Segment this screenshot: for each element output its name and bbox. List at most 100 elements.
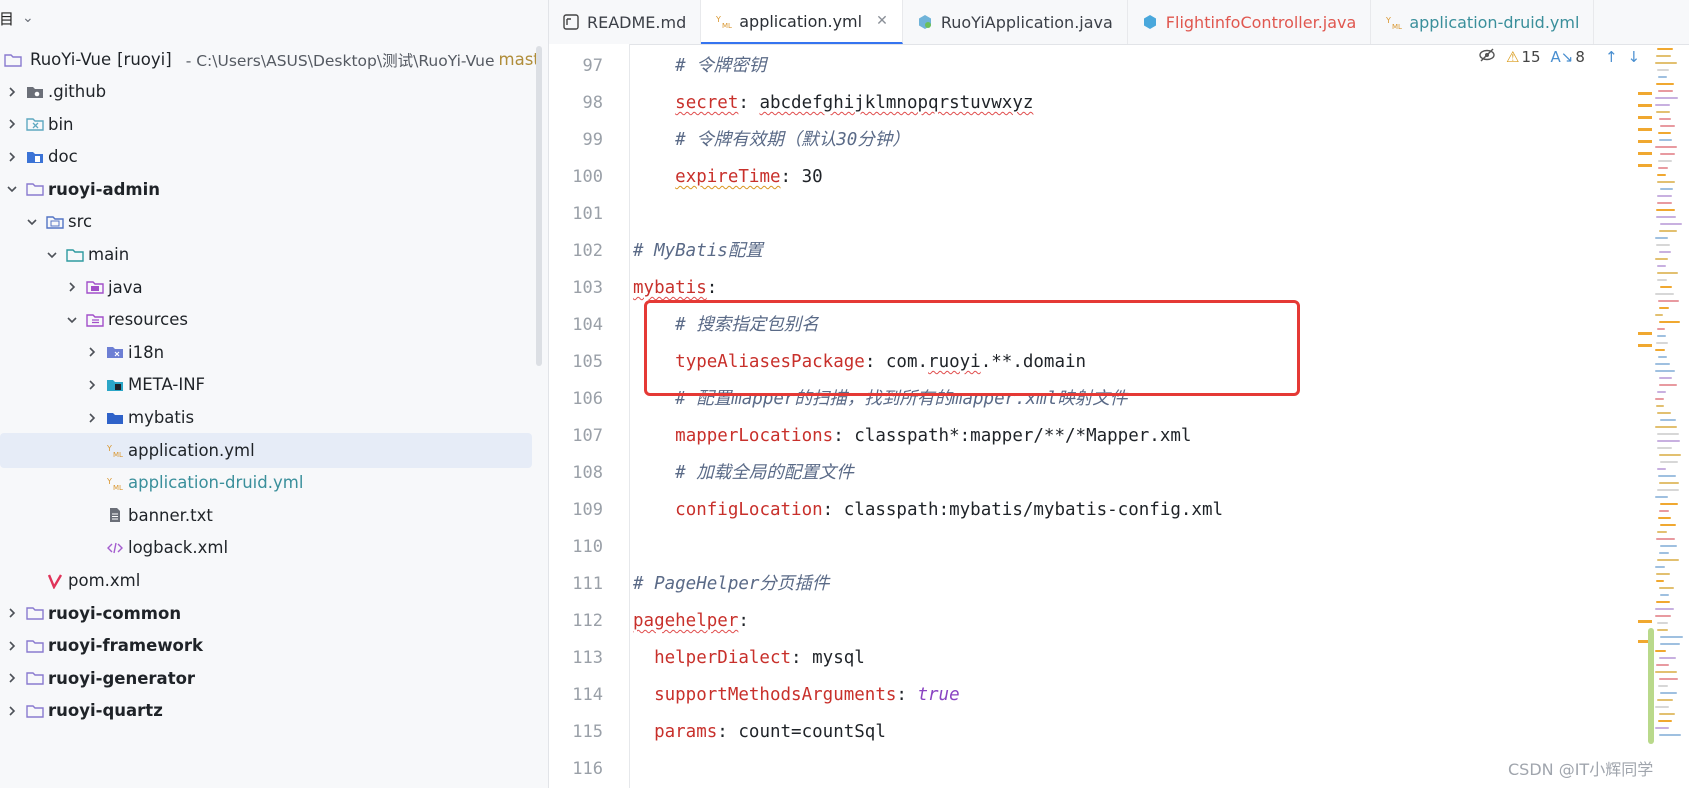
chevron-right-icon[interactable]	[84, 377, 100, 393]
tree-item-ruoyi-quartz[interactable]: ruoyi-quartz	[0, 693, 532, 728]
chevron-right-icon[interactable]	[4, 149, 20, 165]
code-line[interactable]: params: count=countSql	[633, 714, 886, 751]
project-panel-scrollbar[interactable]	[536, 46, 542, 366]
error-stripe-mark	[1660, 223, 1682, 225]
tree-item-banner-txt[interactable]: banner.txt	[0, 498, 532, 533]
line-number-gutter: 97 98 99 100 101 102 103 104 105 106 107 108 109 110 1…	[549, 44, 629, 788]
warning-stripe-mark[interactable]	[1638, 116, 1652, 119]
tab-readme-md[interactable]: README.md	[549, 0, 702, 44]
tree-item-bin[interactable]: bin	[0, 107, 532, 142]
tree-item-main[interactable]: main	[0, 237, 532, 272]
tree-item-meta-inf[interactable]: META-INF	[0, 367, 532, 402]
inspection-widget[interactable]: ⚠ 15 A↘ 8 ↑ ↓	[1478, 48, 1640, 66]
error-stripe-mark	[1659, 678, 1678, 680]
project-panel-header[interactable]: 项目 ⌄	[0, 0, 34, 36]
chevron-down-icon[interactable]: ⌄	[22, 10, 34, 26]
arrow-up-icon[interactable]: ↑	[1605, 48, 1618, 66]
tree-item-src[interactable]: src	[0, 204, 532, 239]
chevron-right-icon[interactable]	[84, 410, 100, 426]
tree-item-application-yml[interactable]: Y ML application.yml	[0, 432, 532, 468]
error-stripe-mark	[1660, 524, 1676, 526]
warning-stripe-mark[interactable]	[1638, 104, 1652, 107]
code-line[interactable]: secret: abcdefghijklmnopqrstuvwxyz	[633, 85, 1033, 122]
tree-item-mybatis[interactable]: mybatis	[0, 400, 532, 435]
code-line[interactable]: mapperLocations: classpath*:mapper/**/*M…	[633, 418, 1191, 455]
error-stripe-mark	[1657, 272, 1678, 274]
warning-stripe-mark[interactable]	[1638, 128, 1652, 131]
code-line[interactable]: # 令牌有效期（默认30分钟）	[633, 122, 910, 159]
folder-excluded-icon	[26, 116, 44, 132]
code-line[interactable]: expireTime: 30	[633, 159, 823, 196]
project-root[interactable]: RuoYi-Vue [ruoyi] - C:\Users\ASUS\Deskto…	[4, 42, 540, 77]
tree-item-pom-xml[interactable]: pom.xml	[0, 563, 532, 598]
code-line[interactable]: # PageHelper分页插件	[633, 566, 829, 603]
error-stripe-mark	[1660, 636, 1683, 638]
chevron-right-icon[interactable]	[4, 670, 20, 686]
tree-item-i18n[interactable]: i18n	[0, 335, 532, 370]
warning-stripe-mark[interactable]	[1638, 152, 1652, 155]
weak-warning-count[interactable]: 8	[1575, 48, 1585, 66]
svg-text:ML: ML	[1392, 23, 1402, 30]
tab-application-druid-yml[interactable]: Y ML application-druid.yml	[1371, 0, 1595, 44]
warning-stripe-mark[interactable]	[1638, 140, 1652, 143]
chevron-right-icon[interactable]	[4, 703, 20, 719]
error-stripe-mark	[1655, 104, 1670, 106]
tree-item-application-druid-yml[interactable]: Y ML application-druid.yml	[0, 465, 532, 500]
code-line[interactable]: configLocation: classpath:mybatis/mybati…	[633, 492, 1223, 529]
error-stripe-mark	[1657, 391, 1666, 393]
chevron-right-icon[interactable]	[4, 605, 20, 621]
eye-off-icon[interactable]	[1478, 48, 1496, 66]
code-line[interactable]: helperDialect: mysql	[633, 640, 865, 677]
tree-item-ruoyi-admin[interactable]: ruoyi-admin	[0, 172, 532, 207]
tree-item-ruoyi-common[interactable]: ruoyi-common	[0, 596, 532, 631]
editor-area: README.md Y ML application.yml ✕ RuoYiApplica…	[549, 0, 1689, 788]
tree-item-logback-xml[interactable]: logback.xml	[0, 530, 532, 565]
tree-item-label: ruoyi-admin	[48, 179, 161, 199]
warning-stripe-mark[interactable]	[1638, 92, 1652, 95]
code-line[interactable]: # 令牌密钥	[633, 48, 766, 85]
tab-ruoyiapplication-java[interactable]: RuoYiApplication.java	[903, 0, 1128, 44]
editor-tabs: README.md Y ML application.yml ✕ RuoYiApplica…	[549, 0, 1689, 45]
line-number: 112	[572, 611, 603, 631]
warning-stripe-mark[interactable]	[1638, 620, 1652, 623]
warning-stripe-mark[interactable]	[1638, 344, 1652, 347]
tree-item-doc[interactable]: doc	[0, 139, 532, 174]
error-stripe-mark	[1656, 580, 1664, 582]
error-stripe-mark	[1660, 692, 1677, 694]
code-line[interactable]: # 加载全局的配置文件	[633, 455, 854, 492]
editor-scrollbar[interactable]	[1648, 628, 1654, 744]
code-line[interactable]: # MyBatis配置	[633, 233, 763, 270]
close-icon[interactable]: ✕	[876, 13, 888, 29]
chevron-right-icon[interactable]	[64, 279, 80, 295]
chevron-right-icon[interactable]	[4, 116, 20, 132]
code-line[interactable]: supportMethodsArguments: true	[633, 677, 960, 714]
error-stripe-mark	[1659, 139, 1672, 141]
warning-stripe-mark[interactable]	[1638, 332, 1652, 335]
chevron-down-icon[interactable]	[44, 247, 60, 263]
chevron-right-icon[interactable]	[4, 84, 20, 100]
tab-flightinfocontroller-java[interactable]: FlightinfoController.java	[1128, 0, 1372, 44]
arrow-down-icon[interactable]: ↓	[1628, 48, 1641, 66]
chevron-down-icon[interactable]	[64, 312, 80, 328]
tab-application-yml[interactable]: Y ML application.yml ✕	[701, 0, 903, 44]
code-editor[interactable]: # 令牌密钥 secret: abcdefghijklmnopqrstuvwxy…	[633, 44, 1643, 788]
tree-item-label: resources	[108, 310, 188, 330]
chevron-down-icon[interactable]	[24, 214, 40, 230]
warning-stripe-mark[interactable]	[1638, 164, 1652, 167]
chevron-right-icon[interactable]	[84, 344, 100, 360]
tree-item-ruoyi-generator[interactable]: ruoyi-generator	[0, 661, 532, 696]
tree-item-ruoyi-framework[interactable]: ruoyi-framework	[0, 628, 532, 663]
error-stripe-mark	[1655, 727, 1669, 729]
tree-item-label: pom.xml	[68, 571, 141, 590]
error-stripe[interactable]	[1655, 48, 1683, 748]
chevron-right-icon[interactable]	[4, 638, 20, 654]
tree-item-java[interactable]: java	[0, 270, 532, 305]
tree-item-resources[interactable]: resources	[0, 302, 532, 337]
svg-text:Y: Y	[106, 477, 112, 486]
error-stripe-mark	[1655, 615, 1671, 617]
tree-item-github[interactable]: .github	[0, 74, 532, 109]
warning-count[interactable]: 15	[1521, 48, 1540, 66]
chevron-down-icon[interactable]	[4, 181, 20, 197]
code-line[interactable]: pagehelper:	[633, 603, 749, 640]
error-stripe-mark	[1657, 489, 1679, 491]
